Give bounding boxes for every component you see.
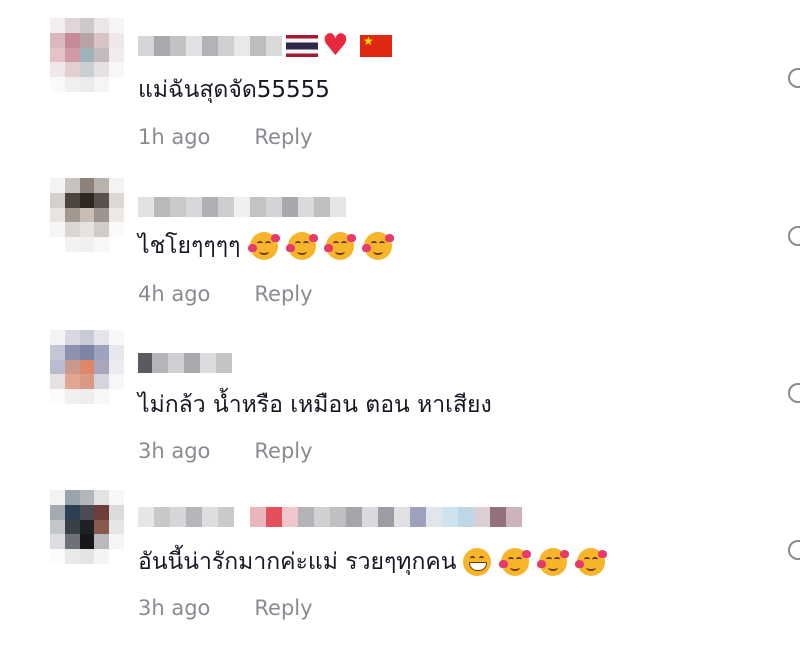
smiling-face-with-hearts-icon — [362, 232, 395, 260]
comment-text: ไม่กล้ว น้ำหรือ เหมือน ตอน หาเสียง — [138, 389, 492, 421]
comment-item: อันนี้น่ารักมากค่ะแม่ รวยๆทุกคน 3h ago R… — [0, 0, 800, 620]
smiling-face-with-hearts-icon — [324, 232, 357, 260]
smiling-face-with-hearts-icon — [286, 232, 319, 260]
username-blurred[interactable] — [138, 196, 346, 218]
like-icon[interactable] — [788, 226, 800, 246]
smiling-face-with-hearts-icon — [536, 548, 569, 576]
grinning-face-icon — [462, 548, 491, 576]
avatar[interactable] — [50, 330, 124, 404]
comment-time: 4h ago — [138, 282, 211, 306]
comment-meta: 4h ago Reply — [138, 282, 313, 306]
avatar[interactable] — [50, 490, 124, 564]
reply-button[interactable]: Reply — [254, 439, 312, 463]
comment-text-content: ไม่กล้ว น้ำหรือ เหมือน ตอน หาเสียง — [138, 392, 492, 418]
comment-text: ไชโยๆๆๆๆ — [138, 230, 395, 262]
username-blurred[interactable] — [138, 352, 232, 374]
like-icon[interactable] — [788, 540, 800, 560]
comment-text-content: ไชโยๆๆๆๆ — [138, 233, 241, 259]
comment-text-content: อันนี้น่ารักมากค่ะแม่ รวยๆทุกคน — [138, 549, 457, 575]
reply-button[interactable]: Reply — [254, 282, 312, 306]
reply-button[interactable]: Reply — [254, 596, 312, 620]
smiling-face-with-hearts-icon — [574, 548, 607, 576]
avatar[interactable] — [50, 178, 124, 252]
comment-meta: 3h ago Reply — [138, 439, 313, 463]
comment-meta: 3h ago Reply — [138, 596, 313, 620]
comment-text: อันนี้น่ารักมากค่ะแม่ รวยๆทุกคน — [138, 546, 607, 578]
like-icon[interactable] — [788, 383, 800, 403]
comment-time: 3h ago — [138, 596, 211, 620]
smiling-face-with-hearts-icon — [248, 232, 281, 260]
smiling-face-with-hearts-icon — [498, 548, 531, 576]
comment-time: 3h ago — [138, 439, 211, 463]
username-blurred[interactable] — [138, 506, 522, 528]
